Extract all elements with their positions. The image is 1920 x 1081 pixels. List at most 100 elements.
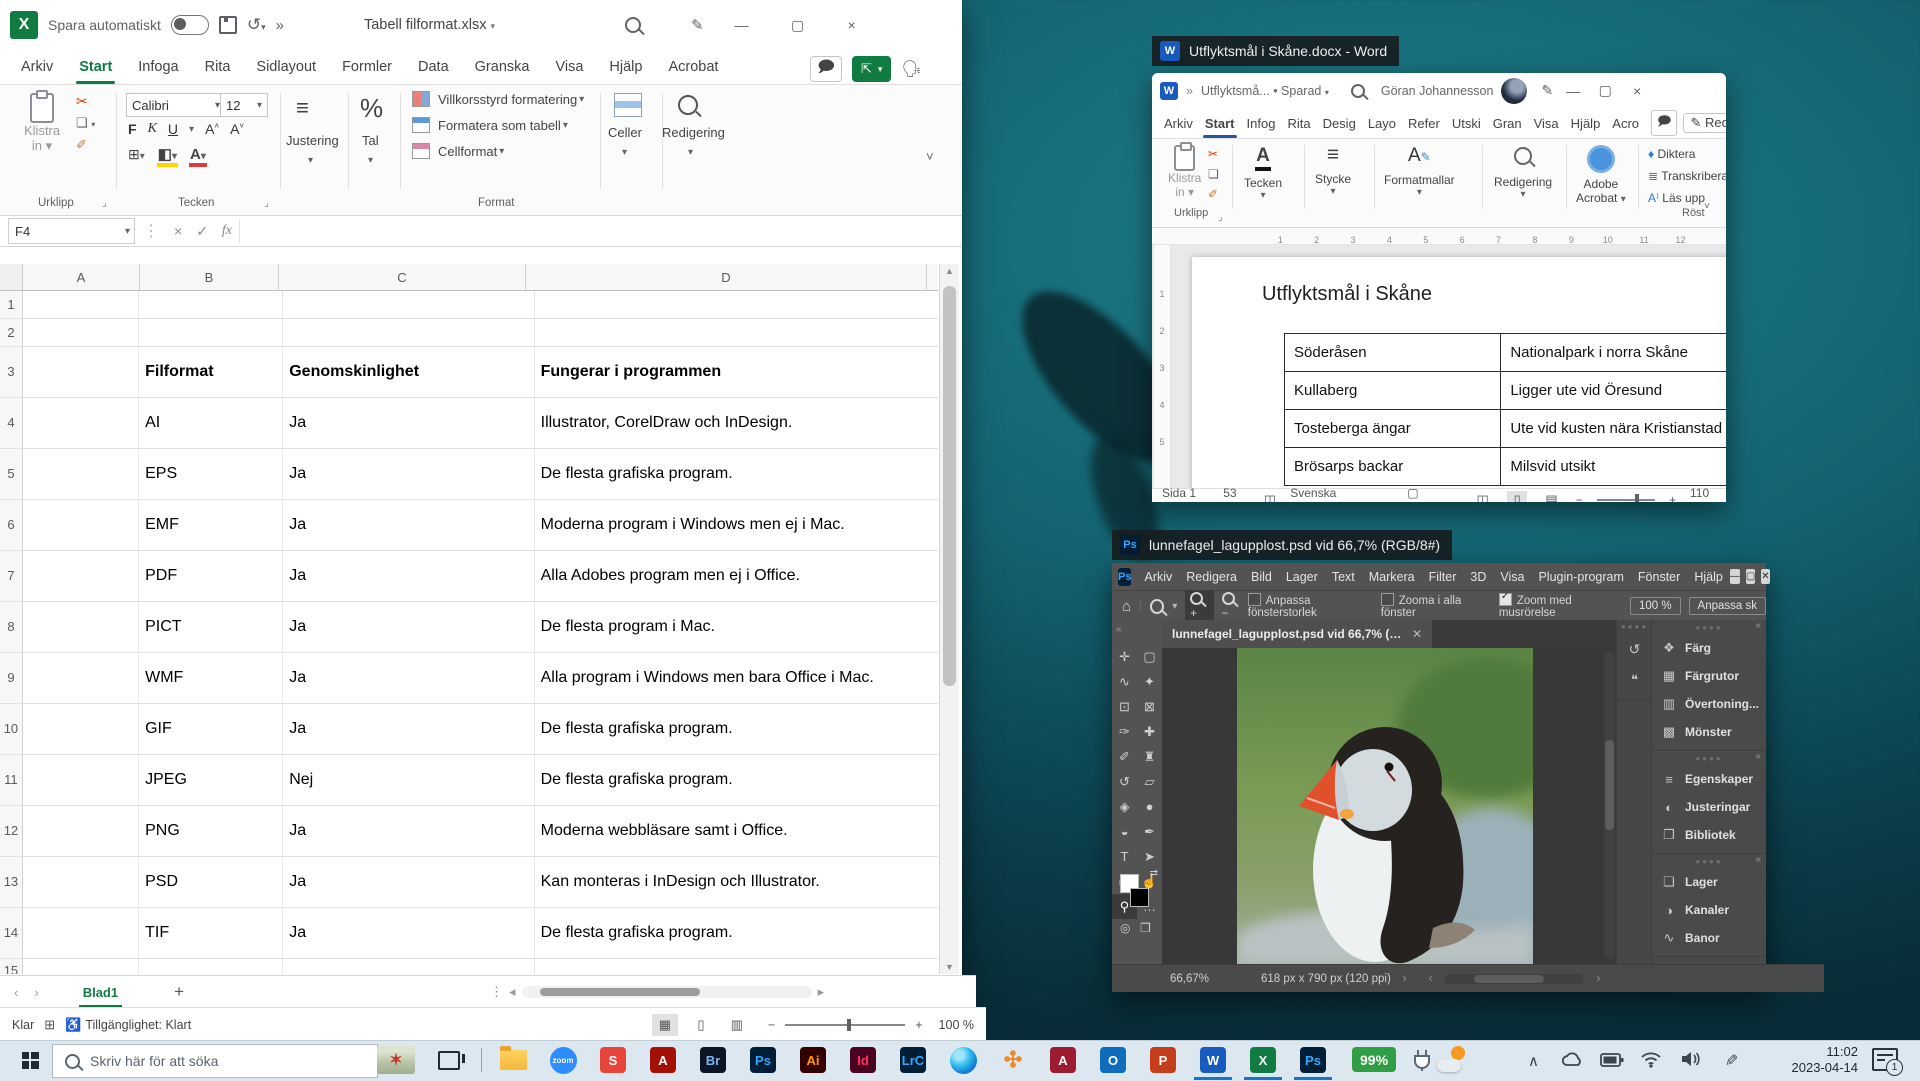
document-page[interactable]: Utflyktsmål i Skåne Söderåsen Nationalpa… (1192, 257, 1726, 488)
clone-stamp-tool[interactable]: ♜ (1137, 744, 1162, 769)
editing-dropdown[interactable]: ▾ (688, 147, 693, 158)
cell-d[interactable]: Fungerar i programmen (535, 347, 938, 397)
ps-maximize-button[interactable]: ▢ (1746, 569, 1755, 584)
row-header[interactable]: 14 (0, 908, 23, 958)
cell-d[interactable]: Moderna program i Windows men ej i Mac. (535, 500, 938, 550)
start-button[interactable] (10, 1040, 50, 1080)
cell-a[interactable] (23, 551, 139, 601)
word-ribbon-tab[interactable]: Visa (1528, 108, 1565, 138)
panel-tab[interactable]: ▩ Mönster (1652, 718, 1766, 746)
cell-d[interactable]: Moderna webbläsare samt i Office. (535, 806, 938, 856)
cell-b[interactable]: PSD (139, 857, 283, 907)
eyedropper-tool[interactable]: ✑ (1112, 719, 1137, 744)
document-table-row[interactable]: Tosteberga ängar Ute vid kusten nära Kri… (1285, 410, 1726, 448)
share-person-icon[interactable]: 🗣 (901, 59, 921, 79)
word-close-button[interactable]: × (1625, 79, 1649, 103)
row-header[interactable]: 12 (0, 806, 23, 856)
background-color-chip[interactable] (1130, 888, 1149, 907)
worksheet-row[interactable]: 13 PSD Ja Kan monteras i InDesign och Il… (0, 857, 938, 908)
outlook-icon[interactable]: O (1088, 1040, 1138, 1080)
word-document-area[interactable]: 12345 Utflyktsmål i Skåne Söderåsen Nati… (1152, 245, 1726, 488)
cell-b[interactable]: TIF (139, 908, 283, 958)
cell-d[interactable] (535, 319, 938, 346)
cell-b[interactable]: Filformat (139, 347, 283, 397)
vertical-scrollbar[interactable]: ▲ ▼ (939, 264, 959, 974)
prev-sheet-arrow[interactable]: ‹ (14, 985, 18, 1000)
menu-item[interactable]: Hjälp (1687, 570, 1730, 584)
macro-record-icon[interactable]: ⊞ (44, 1017, 55, 1033)
path-selection-tool[interactable]: ➤ (1137, 844, 1162, 869)
save-icon[interactable] (219, 16, 237, 34)
cell-c[interactable]: Ja (283, 908, 534, 958)
worksheet-row[interactable]: 1 (0, 291, 938, 319)
worksheet-row[interactable]: 12 PNG Ja Moderna webbläsare samt i Offi… (0, 806, 938, 857)
ps-home-icon[interactable]: ⌂ (1122, 598, 1131, 615)
document-table-row[interactable]: Söderåsen Nationalpark i norra Skåne (1285, 334, 1726, 372)
format-painter-icon[interactable]: ✐ (76, 137, 87, 153)
quick-access-overflow-icon[interactable]: » (276, 17, 284, 34)
pen-tool[interactable]: ✒ (1137, 819, 1162, 844)
cell-c[interactable] (283, 319, 534, 346)
cell-b[interactable]: JPEG (139, 755, 283, 805)
worksheet-row[interactable]: 4 AI Ja Illustrator, CorelDraw och InDes… (0, 398, 938, 449)
cell-d[interactable]: De flesta program i Mac. (535, 602, 938, 652)
cell-c[interactable]: Nej (283, 755, 534, 805)
row-header[interactable]: 6 (0, 500, 23, 550)
panel-tab[interactable]: ∿ Banor (1652, 924, 1766, 952)
underline-dropdown[interactable]: ▾ (189, 124, 194, 135)
ps-zoom-level[interactable]: 66,67% (1170, 973, 1209, 985)
menu-item[interactable]: Visa (1493, 570, 1531, 584)
cell-a[interactable] (23, 959, 139, 974)
word-search-icon[interactable] (1351, 84, 1365, 98)
cell-styles-button[interactable]: Cellformat▾ (412, 143, 504, 159)
cell-a[interactable] (23, 857, 139, 907)
hscroll-left[interactable]: ‹ (1429, 973, 1433, 985)
cell-b[interactable]: EMF (139, 500, 283, 550)
scroll-down-arrow[interactable]: ▼ (945, 962, 954, 972)
number-dropdown[interactable]: ▾ (368, 155, 373, 166)
panel-group-grip[interactable]: ●●●●« (1652, 751, 1766, 765)
dodge-tool[interactable]: ◒ (1112, 819, 1137, 844)
worksheet-grid[interactable]: ABCD 1 2 3 Filformat (0, 264, 938, 974)
cell-c[interactable]: Ja (283, 449, 534, 499)
format-as-table-button[interactable]: Formatera som tabell▾ (412, 117, 568, 133)
worksheet-row[interactable]: 8 PICT Ja De flesta program i Mac. (0, 602, 938, 653)
panel-tab[interactable]: ▥ Övertoning... (1652, 690, 1766, 718)
conditional-formatting-button[interactable]: Villkorsstyrd formatering▾ (412, 91, 584, 107)
cell-a[interactable] (23, 806, 139, 856)
edge-icon[interactable] (938, 1040, 988, 1080)
swap-colors-icon[interactable]: ⇄ (1150, 868, 1158, 879)
menu-item[interactable]: Fönster (1631, 570, 1687, 584)
comments-panel-icon[interactable]: ❝ (1617, 672, 1652, 701)
word-quick-access-icon[interactable]: » (1186, 84, 1193, 98)
cell-d[interactable]: De flesta grafiska program. (535, 704, 938, 754)
ribbon-tab[interactable]: Start (66, 50, 125, 84)
row-header[interactable]: 5 (0, 449, 23, 499)
cell-c[interactable]: Ja (283, 806, 534, 856)
select-all-corner[interactable] (0, 264, 23, 290)
cell-d[interactable] (535, 959, 938, 974)
word-ribbon-tab[interactable]: Acro (1606, 108, 1645, 138)
cells-dropdown[interactable]: ▾ (622, 147, 627, 158)
clipboard-dialog-launcher[interactable]: ⌟ (102, 198, 107, 209)
type-tool[interactable]: T (1112, 844, 1137, 869)
column-header[interactable]: D (526, 264, 927, 290)
cell-b[interactable]: AI (139, 398, 283, 448)
row-header[interactable]: 15 (0, 959, 23, 974)
formula-input[interactable] (239, 219, 962, 243)
crop-tool[interactable]: ⊡ (1112, 694, 1137, 719)
cell-c[interactable]: Ja (283, 704, 534, 754)
page-layout-view-button[interactable]: ▯ (688, 1014, 714, 1036)
borders-button[interactable]: ⊞▾ (128, 146, 145, 163)
healing-brush-tool[interactable]: ✚ (1137, 719, 1162, 744)
comments-button[interactable]: 🗩 (810, 56, 842, 82)
document-table[interactable]: Söderåsen Nationalpark i norra Skåne Kul… (1284, 333, 1726, 486)
excel-icon[interactable]: X (1238, 1040, 1288, 1080)
column-header[interactable]: C (279, 264, 526, 290)
history-brush-tool[interactable]: ↺ (1112, 769, 1137, 794)
word-acrobat-group-button[interactable]: Adobe Acrobat ▾ (1576, 145, 1626, 205)
new-sheet-button[interactable]: + (174, 982, 184, 1002)
worksheet-row[interactable]: 6 EMF Ja Moderna program i Windows men e… (0, 500, 938, 551)
hscroll-right[interactable]: › (1596, 973, 1600, 985)
insert-function-icon[interactable]: fx (222, 223, 232, 239)
